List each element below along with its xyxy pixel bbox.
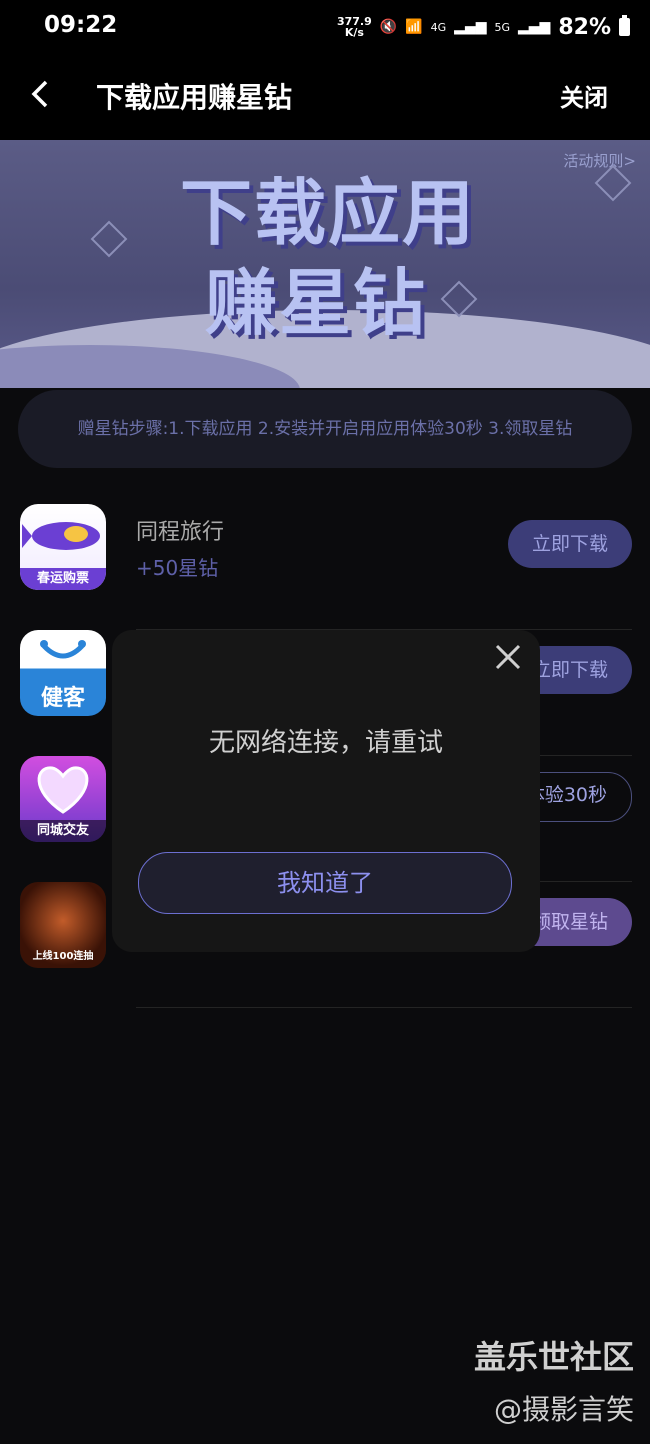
battery-icon bbox=[619, 15, 630, 36]
error-dialog: 无网络连接，请重试 我知道了 bbox=[112, 630, 540, 952]
diamond-icon bbox=[440, 280, 478, 318]
network-4g: 4G bbox=[430, 20, 447, 34]
activity-rules-link[interactable]: 活动规则> bbox=[563, 150, 636, 171]
divider bbox=[136, 1007, 632, 1008]
app-reward: +50星钻 bbox=[136, 556, 219, 580]
back-arrow-icon[interactable] bbox=[28, 74, 52, 121]
close-button[interactable]: 关闭 bbox=[560, 78, 608, 113]
signal-icon: ▂▄▆ bbox=[454, 19, 487, 35]
dialog-message: 无网络连接，请重试 bbox=[208, 728, 443, 758]
close-icon[interactable] bbox=[494, 642, 522, 678]
banner-title-line2: 赚星钻 bbox=[205, 261, 428, 345]
watermark: 盖乐世社区 @摄影言笑 bbox=[473, 1338, 634, 1426]
network-speed: 377.9 K/s bbox=[336, 15, 372, 39]
app-icon-game[interactable]: 上线100连抽 bbox=[20, 882, 106, 968]
app-icon-jianke[interactable]: 健客 bbox=[20, 630, 106, 716]
network-5g: 5G bbox=[494, 20, 511, 34]
status-bar: 09:22 377.9 K/s 🔇 📶 4G ▂▄▆ 5G ▂▄▆ 82% bbox=[0, 0, 650, 56]
page-title: 下载应用赚星钻 bbox=[96, 81, 293, 114]
nav-bar: 下载应用赚星钻 关闭 bbox=[0, 56, 650, 140]
signal-icon: ▂▄▆ bbox=[518, 19, 551, 35]
steps-info: 赠星钻步骤:1.下载应用 2.安装并开启用应用体验30秒 3.领取星钻 bbox=[18, 390, 632, 468]
app-row: 春运购票 同程旅行 +50星钻 立即下载 bbox=[0, 504, 650, 630]
diamond-icon bbox=[90, 220, 128, 258]
wifi-icon: 📶 bbox=[405, 19, 423, 35]
app-icon-tongcheng[interactable]: 春运购票 bbox=[20, 504, 106, 590]
status-icons: 377.9 K/s 🔇 📶 4G ▂▄▆ 5G ▂▄▆ 82% bbox=[337, 10, 630, 44]
banner-title-line1: 下载应用 bbox=[180, 171, 477, 255]
battery-percent: 82% bbox=[558, 14, 611, 40]
app-icon-tongcheng-jiaoyou[interactable]: 同城交友 bbox=[20, 756, 106, 842]
mute-icon: 🔇 bbox=[379, 19, 398, 35]
promo-banner: 下载应用 赚星钻 活动规则> bbox=[0, 140, 650, 388]
status-time: 09:22 bbox=[44, 12, 118, 38]
acknowledge-button[interactable]: 我知道了 bbox=[138, 852, 512, 914]
app-name: 同程旅行 bbox=[136, 520, 225, 545]
download-button[interactable]: 立即下载 bbox=[507, 520, 632, 568]
